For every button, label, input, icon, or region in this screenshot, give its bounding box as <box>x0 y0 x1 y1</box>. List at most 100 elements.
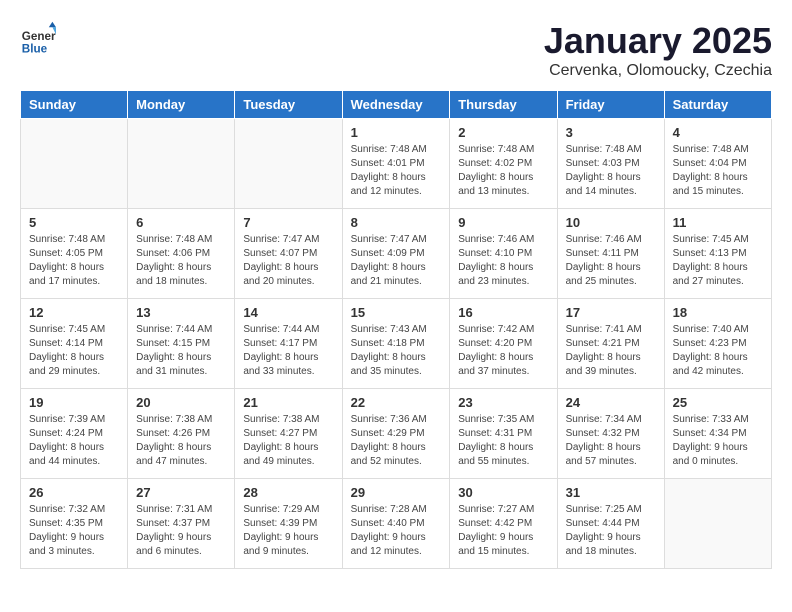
day-info: Sunrise: 7:32 AM Sunset: 4:35 PM Dayligh… <box>29 503 119 559</box>
table-row: 6Sunrise: 7:48 AM Sunset: 4:06 PM Daylig… <box>128 209 235 299</box>
day-number: 19 <box>29 395 119 410</box>
day-number: 7 <box>243 215 333 230</box>
day-number: 21 <box>243 395 333 410</box>
day-number: 26 <box>29 485 119 500</box>
svg-text:General: General <box>22 30 56 43</box>
day-number: 1 <box>351 125 442 140</box>
day-number: 20 <box>136 395 226 410</box>
day-info: Sunrise: 7:48 AM Sunset: 4:01 PM Dayligh… <box>351 143 442 199</box>
day-number: 25 <box>673 395 763 410</box>
table-row: 20 Sunrise: 7:38 AM Sunset: 4:26 PM Dayli… <box>128 389 235 479</box>
day-number: 22 <box>351 395 442 410</box>
logo: General Blue <box>20 20 56 56</box>
day-number: 14 <box>243 305 333 320</box>
table-row: 26 Sunrise: 7:32 AM Sunset: 4:35 PM Dayli… <box>21 479 128 569</box>
calendar-table: Sunday Monday Tuesday Wednesday Thursday… <box>20 90 772 569</box>
day-info: Sunrise: 7:36 AM Sunset: 4:29 PM Dayligh… <box>351 413 442 469</box>
table-row: 2Sunrise: 7:48 AM Sunset: 4:02 PM Daylig… <box>450 119 557 209</box>
month-title: January 2025 <box>544 20 772 62</box>
calendar-week-row: 1 Sunrise: 7:48 AM Sunset: 4:01 PM Daylig… <box>21 119 772 209</box>
day-number: 23 <box>458 395 548 410</box>
day-info: Sunrise: 7:38 AM Sunset: 4:26 PM Dayligh… <box>136 413 226 469</box>
day-info: Sunrise: 7:39 AM Sunset: 4:24 PM Dayligh… <box>29 413 119 469</box>
day-info: Sunrise: 7:25 AM Sunset: 4:44 PM Dayligh… <box>566 503 656 559</box>
table-row: 22 Sunrise: 7:36 AM Sunset: 4:29 PM Dayli… <box>342 389 450 479</box>
svg-text:Blue: Blue <box>22 42 48 55</box>
table-row: 29Sunrise: 7:28 AM Sunset: 4:40 PM Dayli… <box>342 479 450 569</box>
table-row: 15 Sunrise: 7:43 AM Sunset: 4:18 PM Dayli… <box>342 299 450 389</box>
day-info: Sunrise: 7:44 AM Sunset: 4:15 PM Dayligh… <box>136 323 226 379</box>
table-row: 28 Sunrise: 7:29 AM Sunset: 4:39 PM Dayli… <box>235 479 342 569</box>
table-row: 23 Sunrise: 7:35 AM Sunset: 4:31 PM Dayli… <box>450 389 557 479</box>
day-info: Sunrise: 7:46 AM Sunset: 4:10 PM Dayligh… <box>458 233 548 289</box>
day-info: Sunrise: 7:35 AM Sunset: 4:31 PM Dayligh… <box>458 413 548 469</box>
table-row: 9 Sunrise: 7:46 AM Sunset: 4:10 PM Daylig… <box>450 209 557 299</box>
day-number: 10 <box>566 215 656 230</box>
day-info: Sunrise: 7:29 AM Sunset: 4:39 PM Dayligh… <box>243 503 333 559</box>
table-row: 11Sunrise: 7:45 AM Sunset: 4:13 PM Dayli… <box>664 209 771 299</box>
table-row: 27Sunrise: 7:31 AM Sunset: 4:37 PM Dayli… <box>128 479 235 569</box>
day-number: 8 <box>351 215 442 230</box>
day-info: Sunrise: 7:47 AM Sunset: 4:07 PM Dayligh… <box>243 233 333 289</box>
table-row: 4 Sunrise: 7:48 AM Sunset: 4:04 PM Daylig… <box>664 119 771 209</box>
table-row <box>664 479 771 569</box>
day-info: Sunrise: 7:48 AM Sunset: 4:05 PM Dayligh… <box>29 233 119 289</box>
table-row: 30Sunrise: 7:27 AM Sunset: 4:42 PM Dayli… <box>450 479 557 569</box>
day-info: Sunrise: 7:33 AM Sunset: 4:34 PM Dayligh… <box>673 413 763 469</box>
table-row: 24Sunrise: 7:34 AM Sunset: 4:32 PM Dayli… <box>557 389 664 479</box>
location-subtitle: Cervenka, Olomoucky, Czechia <box>544 62 772 80</box>
calendar-week-row: 19 Sunrise: 7:39 AM Sunset: 4:24 PM Dayli… <box>21 389 772 479</box>
col-tuesday: Tuesday <box>235 91 342 119</box>
day-info: Sunrise: 7:43 AM Sunset: 4:18 PM Dayligh… <box>351 323 442 379</box>
day-number: 24 <box>566 395 656 410</box>
table-row: 21 Sunrise: 7:38 AM Sunset: 4:27 PM Dayli… <box>235 389 342 479</box>
table-row: 25 Sunrise: 7:33 AM Sunset: 4:34 PM Dayli… <box>664 389 771 479</box>
table-row: 19 Sunrise: 7:39 AM Sunset: 4:24 PM Dayli… <box>21 389 128 479</box>
table-row <box>235 119 342 209</box>
day-info: Sunrise: 7:38 AM Sunset: 4:27 PM Dayligh… <box>243 413 333 469</box>
day-info: Sunrise: 7:46 AM Sunset: 4:11 PM Dayligh… <box>566 233 656 289</box>
day-number: 27 <box>136 485 226 500</box>
day-number: 3 <box>566 125 656 140</box>
day-info: Sunrise: 7:42 AM Sunset: 4:20 PM Dayligh… <box>458 323 548 379</box>
title-area: January 2025 Cervenka, Olomoucky, Czechi… <box>544 20 772 80</box>
day-info: Sunrise: 7:48 AM Sunset: 4:02 PM Dayligh… <box>458 143 548 199</box>
day-number: 13 <box>136 305 226 320</box>
table-row: 18 Sunrise: 7:40 AM Sunset: 4:23 PM Dayli… <box>664 299 771 389</box>
day-number: 9 <box>458 215 548 230</box>
table-row: 31Sunrise: 7:25 AM Sunset: 4:44 PM Dayli… <box>557 479 664 569</box>
table-row: 10 Sunrise: 7:46 AM Sunset: 4:11 PM Dayli… <box>557 209 664 299</box>
day-number: 15 <box>351 305 442 320</box>
day-number: 4 <box>673 125 763 140</box>
col-wednesday: Wednesday <box>342 91 450 119</box>
col-saturday: Saturday <box>664 91 771 119</box>
table-row: 13 Sunrise: 7:44 AM Sunset: 4:15 PM Dayli… <box>128 299 235 389</box>
logo-icon: General Blue <box>20 20 56 56</box>
day-number: 11 <box>673 215 763 230</box>
day-info: Sunrise: 7:48 AM Sunset: 4:04 PM Dayligh… <box>673 143 763 199</box>
table-row: 16 Sunrise: 7:42 AM Sunset: 4:20 PM Dayli… <box>450 299 557 389</box>
col-monday: Monday <box>128 91 235 119</box>
table-row <box>21 119 128 209</box>
col-sunday: Sunday <box>21 91 128 119</box>
table-row: 17Sunrise: 7:41 AM Sunset: 4:21 PM Dayli… <box>557 299 664 389</box>
calendar-week-row: 5 Sunrise: 7:48 AM Sunset: 4:05 PM Daylig… <box>21 209 772 299</box>
day-info: Sunrise: 7:47 AM Sunset: 4:09 PM Dayligh… <box>351 233 442 289</box>
day-number: 12 <box>29 305 119 320</box>
table-row: 7 Sunrise: 7:47 AM Sunset: 4:07 PM Daylig… <box>235 209 342 299</box>
table-row: 14 Sunrise: 7:44 AM Sunset: 4:17 PM Dayli… <box>235 299 342 389</box>
day-number: 30 <box>458 485 548 500</box>
col-thursday: Thursday <box>450 91 557 119</box>
day-info: Sunrise: 7:44 AM Sunset: 4:17 PM Dayligh… <box>243 323 333 379</box>
day-number: 28 <box>243 485 333 500</box>
day-number: 16 <box>458 305 548 320</box>
day-number: 18 <box>673 305 763 320</box>
table-row: 1 Sunrise: 7:48 AM Sunset: 4:01 PM Daylig… <box>342 119 450 209</box>
table-row: 5 Sunrise: 7:48 AM Sunset: 4:05 PM Daylig… <box>21 209 128 299</box>
table-row <box>128 119 235 209</box>
day-number: 5 <box>29 215 119 230</box>
day-info: Sunrise: 7:45 AM Sunset: 4:14 PM Dayligh… <box>29 323 119 379</box>
table-row: 8 Sunrise: 7:47 AM Sunset: 4:09 PM Daylig… <box>342 209 450 299</box>
day-info: Sunrise: 7:40 AM Sunset: 4:23 PM Dayligh… <box>673 323 763 379</box>
day-info: Sunrise: 7:48 AM Sunset: 4:06 PM Dayligh… <box>136 233 226 289</box>
